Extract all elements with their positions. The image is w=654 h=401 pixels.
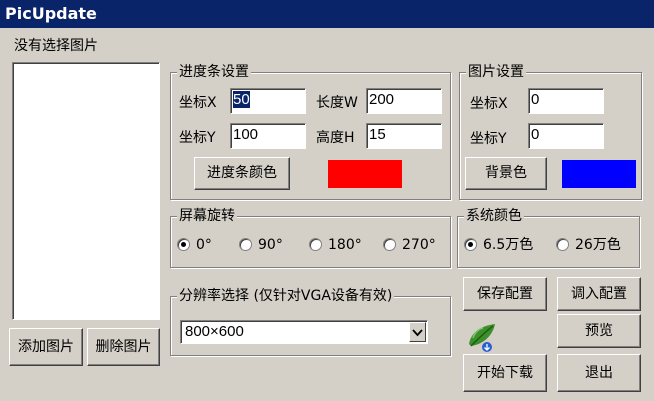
rotation-0-label[interactable]: 0° — [196, 236, 212, 254]
image-listbox[interactable] — [12, 62, 160, 320]
color-65k-radio[interactable] — [464, 238, 477, 251]
resolution-select[interactable]: 800×600 — [180, 320, 428, 344]
progress-x-input[interactable]: 50 — [230, 88, 306, 114]
save-config-button[interactable]: 保存配置 — [463, 277, 547, 311]
color-262k-radio[interactable] — [556, 238, 569, 251]
dropdown-button[interactable] — [409, 322, 426, 342]
rotation-180-radio[interactable] — [309, 238, 322, 251]
rotation-270-radio[interactable] — [383, 238, 396, 251]
preview-button[interactable]: 预览 — [557, 314, 641, 348]
progress-y-input[interactable]: 100 — [230, 123, 306, 149]
start-download-button[interactable]: 开始下载 — [463, 354, 547, 392]
chevron-down-icon — [412, 329, 423, 337]
progress-w-label: 长度W — [316, 95, 358, 111]
rotation-90-label[interactable]: 90° — [258, 236, 283, 254]
image-list-label: 没有选择图片 — [14, 38, 98, 54]
resolution-legend: 分辨率选择 (仅针对VGA设备有效) — [177, 287, 395, 305]
resolution-value: 800×600 — [185, 323, 244, 340]
progress-color-button[interactable]: 进度条颜色 — [194, 157, 290, 190]
radio-selected-dot — [468, 242, 473, 247]
progress-x-label: 坐标X — [179, 95, 217, 111]
progress-color-swatch — [328, 160, 402, 188]
progress-settings-legend: 进度条设置 — [177, 63, 251, 81]
background-color-swatch — [562, 160, 636, 188]
radio-selected-dot — [181, 242, 186, 247]
add-image-button[interactable]: 添加图片 — [9, 328, 83, 366]
background-color-button[interactable]: 背景色 — [465, 157, 547, 190]
rotation-90-radio[interactable] — [239, 238, 252, 251]
picture-settings-legend: 图片设置 — [466, 63, 526, 81]
rotation-180-label[interactable]: 180° — [328, 236, 362, 254]
rotation-legend: 屏幕旋转 — [177, 207, 237, 225]
window-title: PicUpdate — [0, 0, 654, 28]
picture-x-label: 坐标X — [470, 96, 508, 112]
exit-button[interactable]: 退出 — [557, 354, 641, 392]
picture-y-input[interactable]: 0 — [528, 123, 604, 149]
leaf-download-icon — [469, 324, 495, 352]
progress-h-label: 高度H — [316, 130, 355, 146]
progress-w-input[interactable]: 200 — [366, 88, 442, 114]
color-262k-label[interactable]: 26万色 — [575, 236, 621, 254]
picture-x-input[interactable]: 0 — [528, 88, 604, 114]
rotation-0-radio[interactable] — [177, 238, 190, 251]
load-config-button[interactable]: 调入配置 — [557, 277, 641, 311]
color-65k-label[interactable]: 6.5万色 — [483, 236, 533, 254]
delete-image-button[interactable]: 删除图片 — [87, 328, 160, 366]
progress-h-input[interactable]: 15 — [366, 123, 442, 149]
progress-y-label: 坐标Y — [179, 130, 216, 146]
picture-y-label: 坐标Y — [470, 131, 507, 147]
rotation-270-label[interactable]: 270° — [402, 236, 436, 254]
system-color-legend: 系统颜色 — [464, 207, 524, 225]
